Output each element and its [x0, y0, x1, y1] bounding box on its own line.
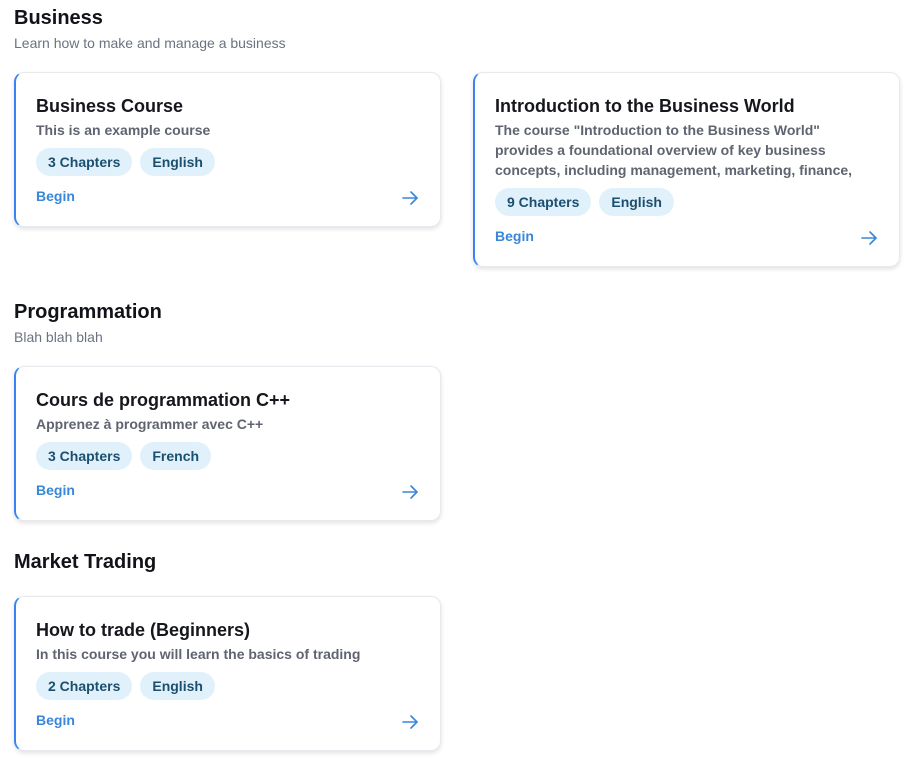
course-card[interactable]: Cours de programmation C++ Apprenez à pr… [14, 366, 441, 521]
begin-link[interactable]: Begin [495, 228, 534, 244]
language-badge: French [140, 442, 212, 470]
begin-link[interactable]: Begin [36, 188, 75, 204]
course-title: Cours de programmation C++ [36, 390, 291, 410]
section-title: Business [14, 7, 103, 29]
arrow-right-icon[interactable] [859, 228, 879, 248]
course-title: How to trade (Beginners) [36, 620, 251, 640]
section-subtitle: Learn how to make and manage a business [14, 35, 286, 51]
chapters-badge: 9 Chapters [495, 188, 592, 216]
card-footer: Begin [36, 708, 420, 732]
course-card[interactable]: How to trade (Beginners) In this course … [14, 596, 441, 751]
card-footer: Begin [495, 224, 879, 248]
section-market-trading: Market Trading [14, 550, 904, 574]
section-subtitle: Blah blah blah [14, 329, 103, 345]
card-footer: Begin [36, 184, 420, 208]
section-title: Programmation [14, 301, 162, 323]
section-programmation: Programmation Blah blah blah [14, 300, 904, 346]
course-description: In this course you will learn the basics… [36, 646, 361, 662]
course-title: Introduction to the Business World [495, 96, 795, 116]
chapters-badge: 3 Chapters [36, 442, 133, 470]
language-badge: English [599, 188, 674, 216]
course-tags: 3 Chapters English [36, 148, 420, 176]
begin-link[interactable]: Begin [36, 482, 75, 498]
arrow-right-icon[interactable] [400, 712, 420, 732]
course-title: Business Course [36, 96, 184, 116]
course-tags: 2 Chapters English [36, 672, 420, 700]
card-footer: Begin [36, 478, 420, 502]
arrow-right-icon[interactable] [400, 482, 420, 502]
course-description: The course "Introduction to the Business… [495, 122, 853, 178]
language-badge: English [140, 148, 215, 176]
course-tags: 9 Chapters English [495, 188, 879, 216]
course-description: Apprenez à programmer avec C++ [36, 416, 264, 432]
section-title: Market Trading [14, 551, 157, 573]
course-tags: 3 Chapters French [36, 442, 420, 470]
chapters-badge: 2 Chapters [36, 672, 133, 700]
begin-link[interactable]: Begin [36, 712, 75, 728]
arrow-right-icon[interactable] [400, 188, 420, 208]
language-badge: English [140, 672, 215, 700]
chapters-badge: 3 Chapters [36, 148, 133, 176]
course-description: This is an example course [36, 122, 211, 138]
course-card[interactable]: Introduction to the Business World The c… [473, 72, 900, 267]
section-business: Business Learn how to make and manage a … [14, 6, 904, 52]
course-card[interactable]: Business Course This is an example cours… [14, 72, 441, 227]
